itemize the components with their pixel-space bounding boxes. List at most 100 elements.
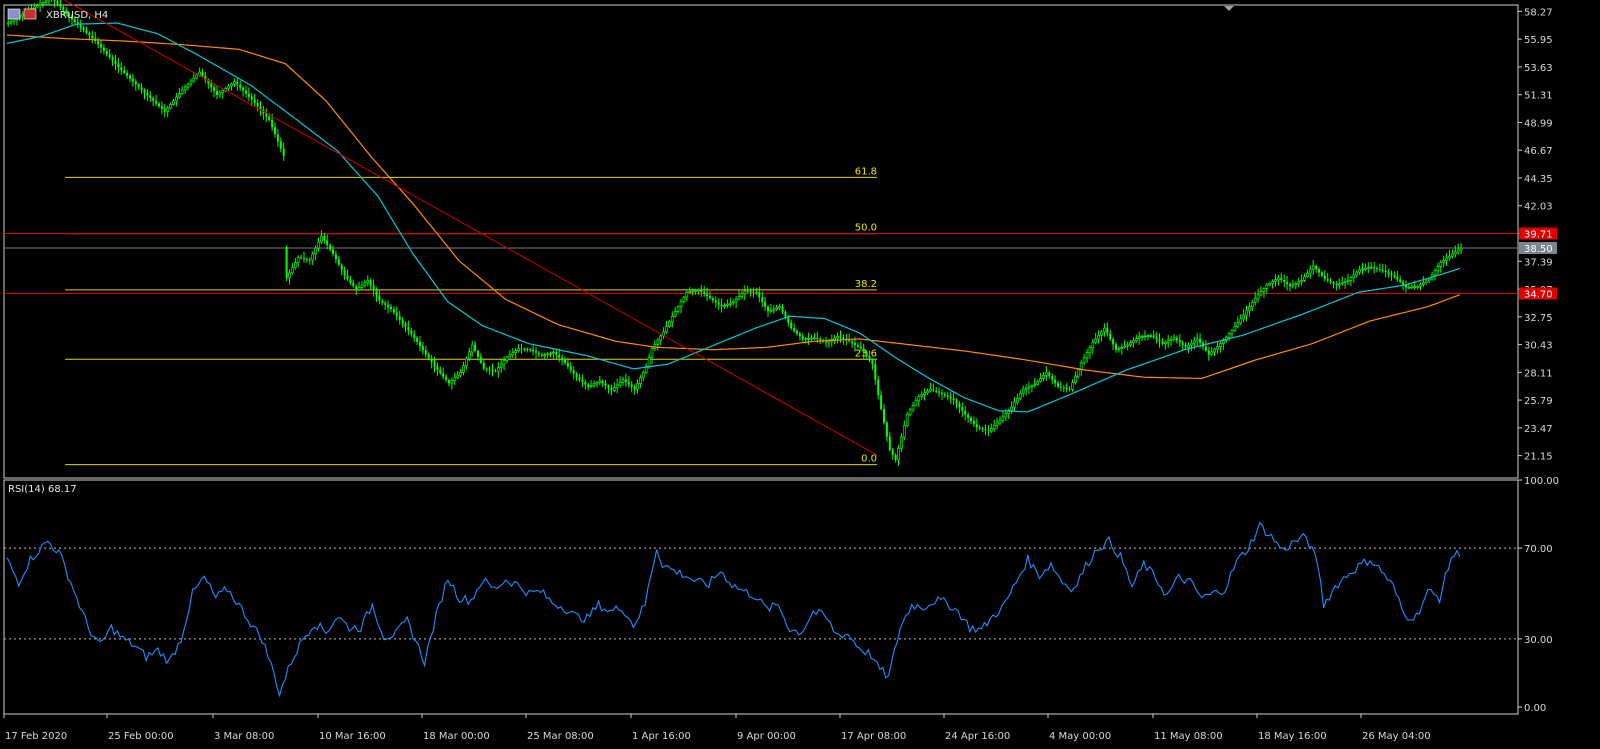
candle-body-up bbox=[926, 390, 929, 394]
candle-body-up bbox=[778, 306, 781, 309]
candle-body-down bbox=[82, 27, 85, 31]
candle-body-down bbox=[271, 119, 274, 128]
candle-body-down bbox=[349, 279, 352, 283]
candle-body-down bbox=[1207, 350, 1210, 355]
candle-body-up bbox=[1419, 284, 1422, 287]
candle-body-up bbox=[195, 74, 199, 79]
candle-body-up bbox=[456, 374, 460, 379]
candle-body-up bbox=[615, 384, 619, 389]
candle-body-up bbox=[1253, 297, 1257, 303]
candle-body-down bbox=[888, 436, 891, 451]
ma-fast-line[interactable] bbox=[6, 22, 1461, 413]
candle-body-down bbox=[329, 245, 332, 250]
candle-body-down bbox=[445, 376, 448, 380]
candle-body-down bbox=[624, 379, 627, 383]
candle-body-up bbox=[1451, 253, 1454, 257]
price-panel-frame bbox=[3, 4, 1519, 479]
candle-body-up bbox=[227, 85, 230, 89]
candle-body-down bbox=[1178, 340, 1181, 343]
price-tick-label: 28.11 bbox=[1524, 368, 1553, 379]
candle-body-up bbox=[737, 296, 741, 300]
candle-body-down bbox=[1057, 383, 1059, 387]
candle-body-down bbox=[416, 337, 419, 342]
candle-body-down bbox=[424, 350, 427, 355]
candle-body-up bbox=[465, 358, 468, 366]
candle-body-down bbox=[85, 30, 88, 33]
candle-body-up bbox=[1137, 336, 1141, 339]
candle-body-up bbox=[1349, 277, 1353, 281]
candle-body-down bbox=[100, 44, 102, 48]
candle-body-down bbox=[126, 72, 129, 76]
candle-body-down bbox=[149, 95, 152, 99]
candle-body-up bbox=[1027, 386, 1031, 389]
candle-body-up bbox=[917, 396, 921, 402]
candle-body-up bbox=[1129, 342, 1132, 346]
price-tick-label: 53.63 bbox=[1524, 63, 1553, 74]
price-tag-label: 34.70 bbox=[1524, 289, 1553, 300]
flag-icon bbox=[23, 8, 37, 20]
candle-body-up bbox=[1340, 282, 1344, 285]
candle-body-down bbox=[143, 90, 146, 93]
candle-body-down bbox=[1051, 376, 1054, 380]
candle-body-down bbox=[987, 430, 990, 432]
price-tick-label: 30.43 bbox=[1524, 341, 1553, 352]
rsi-tick-label: 30.00 bbox=[1524, 635, 1553, 646]
candle-body-up bbox=[1416, 285, 1419, 288]
candle-body-down bbox=[1332, 282, 1335, 284]
candle-body-down bbox=[421, 346, 424, 351]
candle-body-up bbox=[920, 394, 924, 397]
candle-body-down bbox=[395, 312, 398, 317]
candle-body-up bbox=[1123, 345, 1127, 348]
candle-body-up bbox=[1256, 294, 1260, 299]
candle-body-up bbox=[1361, 268, 1364, 271]
candle-body-down bbox=[485, 368, 488, 370]
candle-body-up bbox=[1433, 270, 1437, 276]
candle-body-up bbox=[1410, 286, 1414, 289]
candle-body-up bbox=[1245, 310, 1248, 316]
candle-body-down bbox=[935, 390, 938, 392]
time-tick-label: 1 Apr 16:00 bbox=[632, 731, 691, 742]
candle-body-down bbox=[711, 298, 714, 301]
candle-body-down bbox=[439, 370, 442, 374]
trendline[interactable] bbox=[56, 0, 878, 456]
candle-body-down bbox=[398, 316, 401, 320]
candle-body-up bbox=[1117, 348, 1121, 351]
candle-body-up bbox=[363, 282, 367, 286]
candle-body-down bbox=[1158, 339, 1161, 342]
candle-body-down bbox=[749, 291, 752, 293]
candle-body-up bbox=[1413, 286, 1417, 288]
candle-body-up bbox=[1074, 375, 1077, 383]
candle-body-up bbox=[1337, 283, 1341, 286]
price-tick-label: 23.47 bbox=[1524, 424, 1553, 435]
candle-body-down bbox=[871, 360, 874, 365]
candle-body-down bbox=[474, 344, 477, 351]
candle-body-up bbox=[1424, 280, 1428, 284]
candle-body-up bbox=[1346, 279, 1350, 282]
candle-body-down bbox=[607, 385, 610, 389]
candle-body-up bbox=[1230, 330, 1234, 335]
candle-body-down bbox=[111, 57, 114, 61]
candle-body-up bbox=[612, 387, 616, 391]
candle-body-up bbox=[1085, 352, 1089, 359]
candle-body-down bbox=[796, 330, 798, 334]
rsi-tick-label: 70.00 bbox=[1524, 544, 1553, 555]
candle-body-down bbox=[798, 333, 801, 337]
candle-body-down bbox=[56, 0, 59, 5]
candle-body-down bbox=[851, 341, 854, 344]
candle-body-down bbox=[819, 338, 822, 341]
candle-body-down bbox=[633, 386, 636, 390]
candle-body-up bbox=[905, 413, 909, 427]
candle-body-up bbox=[198, 71, 201, 76]
rsi-tick-label: 0.00 bbox=[1524, 703, 1546, 714]
candle-body-up bbox=[44, 0, 48, 3]
candle-body-up bbox=[592, 383, 596, 386]
candle-body-up bbox=[1248, 306, 1251, 312]
time-tick-label: 18 May 16:00 bbox=[1258, 731, 1327, 742]
candle-body-up bbox=[366, 279, 370, 284]
ma-slow-line[interactable] bbox=[6, 34, 1461, 379]
candle-body-up bbox=[1195, 338, 1199, 342]
candle-body-down bbox=[561, 357, 564, 361]
candle-body-up bbox=[291, 267, 294, 274]
candle-body-up bbox=[731, 301, 735, 304]
shift-marker-icon[interactable] bbox=[1224, 6, 1234, 11]
